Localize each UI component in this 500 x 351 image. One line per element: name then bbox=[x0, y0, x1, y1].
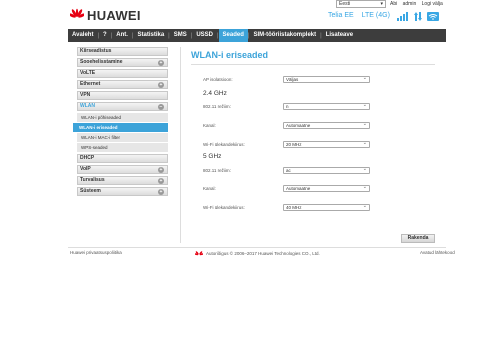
nav-settings[interactable]: Seaded bbox=[218, 29, 248, 42]
mode-24-label: 802.11 režiim: bbox=[203, 104, 231, 109]
bandwidth-5-value: 40 MHz bbox=[286, 205, 302, 210]
sidebar-item-label: DHCP bbox=[80, 155, 95, 161]
sidebar-item-label: VPN bbox=[80, 92, 91, 98]
channel-24-label: Kanal: bbox=[203, 123, 216, 128]
sidebar-item-label: Turvalisus bbox=[80, 177, 105, 183]
top-links: Abi admin Logi välja bbox=[390, 0, 447, 8]
ap-isolation-select[interactable]: Väljas bbox=[283, 76, 370, 83]
expand-icon: + bbox=[158, 60, 164, 66]
mode-5-select[interactable]: ac bbox=[283, 167, 370, 174]
expand-icon: + bbox=[158, 82, 164, 88]
operator-name: Telia EE bbox=[328, 12, 354, 19]
title-divider bbox=[191, 64, 435, 65]
nav-statistics[interactable]: Statistika bbox=[133, 29, 168, 42]
nav-sms[interactable]: SMS bbox=[170, 29, 191, 42]
signal-strength-icon bbox=[397, 12, 408, 21]
channel-24-value: Automaatne bbox=[286, 123, 311, 128]
sidebar-item-label: Sooeheliss­tamine bbox=[80, 59, 123, 65]
mode-5-label: 802.11 režiim: bbox=[203, 168, 231, 173]
bandwidth-24-label: Wi-Fi ülekandekiirus: bbox=[203, 142, 245, 147]
sidebar-item-system[interactable]: Süsteem + bbox=[77, 187, 168, 196]
sidebar-item-label: WLAN bbox=[80, 103, 95, 109]
bandwidth-24-value: 20 MHz bbox=[286, 142, 302, 147]
language-select[interactable]: Eesti ▾ bbox=[336, 0, 386, 8]
ap-isolation-value: Väljas bbox=[286, 77, 299, 82]
channel-5-label: Kanal: bbox=[203, 186, 216, 191]
sidebar-item-label: VoLTE bbox=[80, 70, 96, 76]
sidebar-item-wlan[interactable]: WLAN − bbox=[77, 102, 168, 111]
sidebar-item-label: Kiirseadistus bbox=[80, 48, 112, 54]
huawei-logo: HUAWEI bbox=[70, 6, 142, 24]
sidebar-item-label: VoIP bbox=[80, 166, 91, 172]
footer-divider bbox=[68, 247, 446, 248]
sidebar-divider bbox=[180, 47, 181, 243]
expand-icon: + bbox=[158, 167, 164, 173]
copyright: Autoriõigus © 2006–2017 Huawei Technolog… bbox=[195, 250, 320, 256]
data-transfer-icon bbox=[414, 12, 422, 21]
nav-ant[interactable]: Ant. bbox=[112, 29, 132, 42]
sidebar-item-quick-setup[interactable]: Kiirseadistus bbox=[77, 47, 168, 56]
sidebar-item-voip[interactable]: VoIP + bbox=[77, 165, 168, 174]
ap-isolation-label: AP isolatsioon: bbox=[203, 77, 233, 82]
mode-5-value: ac bbox=[286, 168, 291, 173]
copyright-text: Autoriõigus © 2006–2017 Huawei Technolog… bbox=[206, 250, 320, 256]
help-link[interactable]: Abi bbox=[390, 1, 397, 7]
nav-home[interactable]: Avaleht bbox=[68, 29, 97, 42]
chevron-down-icon: ▾ bbox=[380, 1, 383, 7]
main-nav: Avaleht| ?| Ant.| Statistika| SMS| USSD|… bbox=[68, 29, 446, 42]
apply-button[interactable]: Rakenda bbox=[401, 234, 435, 243]
bandwidth-5-select[interactable]: 40 MHz bbox=[283, 204, 370, 211]
section-5ghz: 5 GHz bbox=[203, 153, 222, 160]
logout-link[interactable]: Logi välja bbox=[422, 1, 443, 7]
huawei-flower-icon bbox=[70, 8, 84, 18]
section-24ghz: 2.4 GHz bbox=[203, 90, 227, 97]
sidebar-subitem-wlan-advanced[interactable]: WLAN-i eriseaded bbox=[73, 123, 168, 132]
mode-24-value: n bbox=[286, 104, 289, 109]
sidebar-subitem-wps[interactable]: WPS-seaded bbox=[77, 143, 168, 152]
expand-icon: + bbox=[158, 189, 164, 195]
collapse-icon: − bbox=[158, 104, 164, 110]
nav-ussd[interactable]: USSD bbox=[192, 29, 217, 42]
channel-5-value: Automaatne bbox=[286, 186, 311, 191]
sidebar-subitem-wlan-basic[interactable]: WLAN-i põhiseaded bbox=[77, 113, 168, 122]
sidebar-item-ethernet[interactable]: Ethernet + bbox=[77, 80, 168, 89]
open-source-link[interactable]: Avatud lähtekood bbox=[420, 250, 455, 255]
network-status: Telia EE LTE (4G) bbox=[328, 12, 396, 19]
page-title: WLAN-i eriseaded bbox=[191, 50, 269, 60]
wifi-icon bbox=[427, 12, 439, 21]
status-icons bbox=[397, 12, 439, 21]
nav-sim-toolkit[interactable]: SIM-tööriistakomplekt bbox=[249, 29, 320, 42]
network-type: LTE (4G) bbox=[361, 12, 390, 19]
channel-24-select[interactable]: Automaatne bbox=[283, 122, 370, 129]
channel-5-select[interactable]: Automaatne bbox=[283, 185, 370, 192]
language-value: Eesti bbox=[339, 1, 351, 7]
nav-more-info[interactable]: Lisateave bbox=[322, 29, 357, 42]
sidebar-item-volte[interactable]: VoLTE bbox=[77, 69, 168, 78]
brand-name: HUAWEI bbox=[87, 7, 141, 23]
bandwidth-24-select[interactable]: 20 MHz bbox=[283, 141, 370, 148]
sidebar-item-dialup[interactable]: Sooeheliss­tamine + bbox=[77, 58, 168, 67]
settings-sidebar: Kiirseadistus Sooeheliss­tamine + VoLTE E… bbox=[73, 47, 168, 198]
sidebar-item-vpn[interactable]: VPN bbox=[77, 91, 168, 100]
sidebar-item-dhcp[interactable]: DHCP bbox=[77, 154, 168, 163]
privacy-policy-link[interactable]: Huawei privaatsuspoliitika bbox=[70, 250, 122, 255]
bandwidth-5-label: Wi-Fi ülekandekiirus: bbox=[203, 205, 245, 210]
user-link[interactable]: admin bbox=[403, 1, 417, 7]
sidebar-item-label: Süsteem bbox=[80, 188, 101, 194]
nav-question[interactable]: ? bbox=[99, 29, 111, 42]
huawei-flower-icon bbox=[195, 251, 203, 256]
expand-icon: + bbox=[158, 178, 164, 184]
sidebar-item-label: Ethernet bbox=[80, 81, 101, 87]
sidebar-item-security[interactable]: Turvalisus + bbox=[77, 176, 168, 185]
sidebar-subitem-wlan-mac-filter[interactable]: WLAN-i MAC-i filter bbox=[77, 133, 168, 142]
mode-24-select[interactable]: n bbox=[283, 103, 370, 110]
